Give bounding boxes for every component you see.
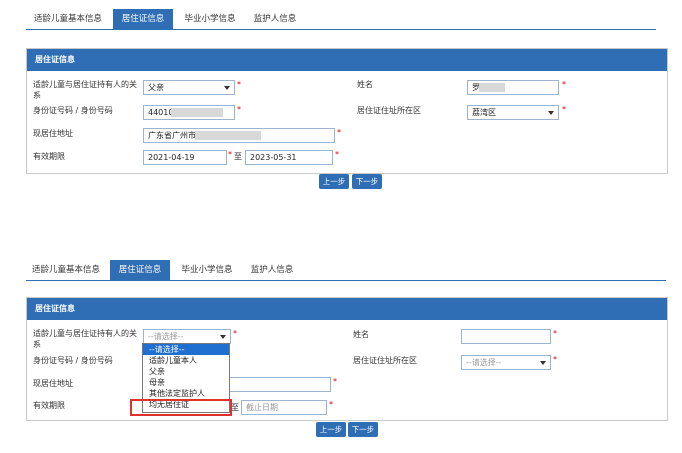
end-date-input[interactable]: 2023-05-31 [245, 150, 333, 165]
highlight-box [130, 399, 232, 416]
required-mark: * [553, 329, 557, 338]
address-label: 现居住地址 [33, 379, 73, 388]
validity-label: 有效期限 [33, 152, 65, 161]
name-input[interactable] [461, 329, 551, 344]
tab-child-basic-info[interactable]: 适龄儿童基本信息 [26, 260, 106, 280]
redacted-address [195, 131, 261, 140]
id-number-value: 44010 [148, 108, 174, 117]
dropdown-option[interactable]: --请选择-- [143, 344, 229, 355]
tab-underline [26, 280, 666, 281]
tab-guardian[interactable]: 监护人信息 [244, 260, 300, 280]
required-mark: * [237, 105, 241, 114]
name-label: 姓名 [357, 80, 373, 89]
prev-button[interactable]: 上一步 [316, 422, 346, 437]
dropdown-option[interactable]: 其他法定监护人 [143, 388, 229, 399]
residence-panel: 居住证信息 适龄儿童与居住证持有人的关系 父亲 * 姓名 罗 * 身份证号码 /… [26, 48, 668, 174]
required-mark: * [228, 150, 232, 159]
district-select[interactable]: --请选择-- [461, 355, 551, 370]
required-mark: * [237, 80, 241, 89]
relation-select[interactable]: 父亲 [143, 80, 235, 95]
tab-residence-permit[interactable]: 居住证信息 [113, 9, 173, 29]
id-number-label: 身份证号码 / 身份号码 [33, 106, 113, 115]
name-label: 姓名 [353, 330, 369, 339]
next-button[interactable]: 下一步 [348, 422, 378, 437]
prev-button[interactable]: 上一步 [319, 174, 349, 189]
residence-panel: 居住证信息 适龄儿童与居住证持有人的关系 --请选择-- * 姓名 * 身份证号… [26, 297, 668, 421]
required-mark: * [233, 329, 237, 338]
district-select[interactable]: 荔湾区 [467, 105, 559, 120]
redacted-name [479, 83, 505, 92]
required-mark: * [335, 150, 339, 159]
relation-select[interactable]: --请选择-- [143, 329, 231, 344]
to-label: 至 [231, 403, 239, 412]
tab-primary-school[interactable]: 毕业小学信息 [174, 260, 240, 280]
end-date-input[interactable]: 截止日期 [241, 400, 327, 415]
tab-guardian[interactable]: 监护人信息 [247, 9, 303, 29]
required-mark: * [562, 105, 566, 114]
next-button[interactable]: 下一步 [352, 174, 382, 189]
panel-title: 居住证信息 [27, 298, 667, 320]
required-mark: * [337, 128, 341, 137]
district-label: 居住证住址所在区 [357, 106, 421, 115]
redacted-id [171, 108, 223, 117]
relation-label: 适龄儿童与居住证持有人的关系 [33, 80, 137, 100]
required-mark: * [333, 377, 337, 386]
tab-child-basic-info[interactable]: 适龄儿童基本信息 [26, 9, 110, 29]
id-number-label: 身份证号码 / 身份号码 [33, 356, 113, 365]
dropdown-option[interactable]: 适龄儿童本人 [143, 355, 229, 366]
required-mark: * [329, 400, 333, 409]
relation-label: 适龄儿童与居住证持有人的关系 [33, 329, 137, 349]
address-input[interactable] [227, 377, 331, 392]
required-mark: * [553, 355, 557, 364]
validity-label: 有效期限 [33, 401, 65, 410]
district-label: 居住证住址所在区 [353, 356, 417, 365]
tab-residence-permit[interactable]: 居住证信息 [110, 260, 170, 280]
start-date-input[interactable]: 2021-04-19 [143, 150, 227, 165]
dropdown-option[interactable]: 母亲 [143, 377, 229, 388]
required-mark: * [562, 80, 566, 89]
tab-underline [26, 29, 656, 30]
dropdown-option[interactable]: 父亲 [143, 366, 229, 377]
address-value: 广东省广州市 [148, 131, 196, 140]
panel-title: 居住证信息 [27, 49, 667, 71]
to-label: 至 [234, 152, 242, 161]
tab-primary-school[interactable]: 毕业小学信息 [177, 9, 243, 29]
address-label: 现居住地址 [33, 129, 73, 138]
